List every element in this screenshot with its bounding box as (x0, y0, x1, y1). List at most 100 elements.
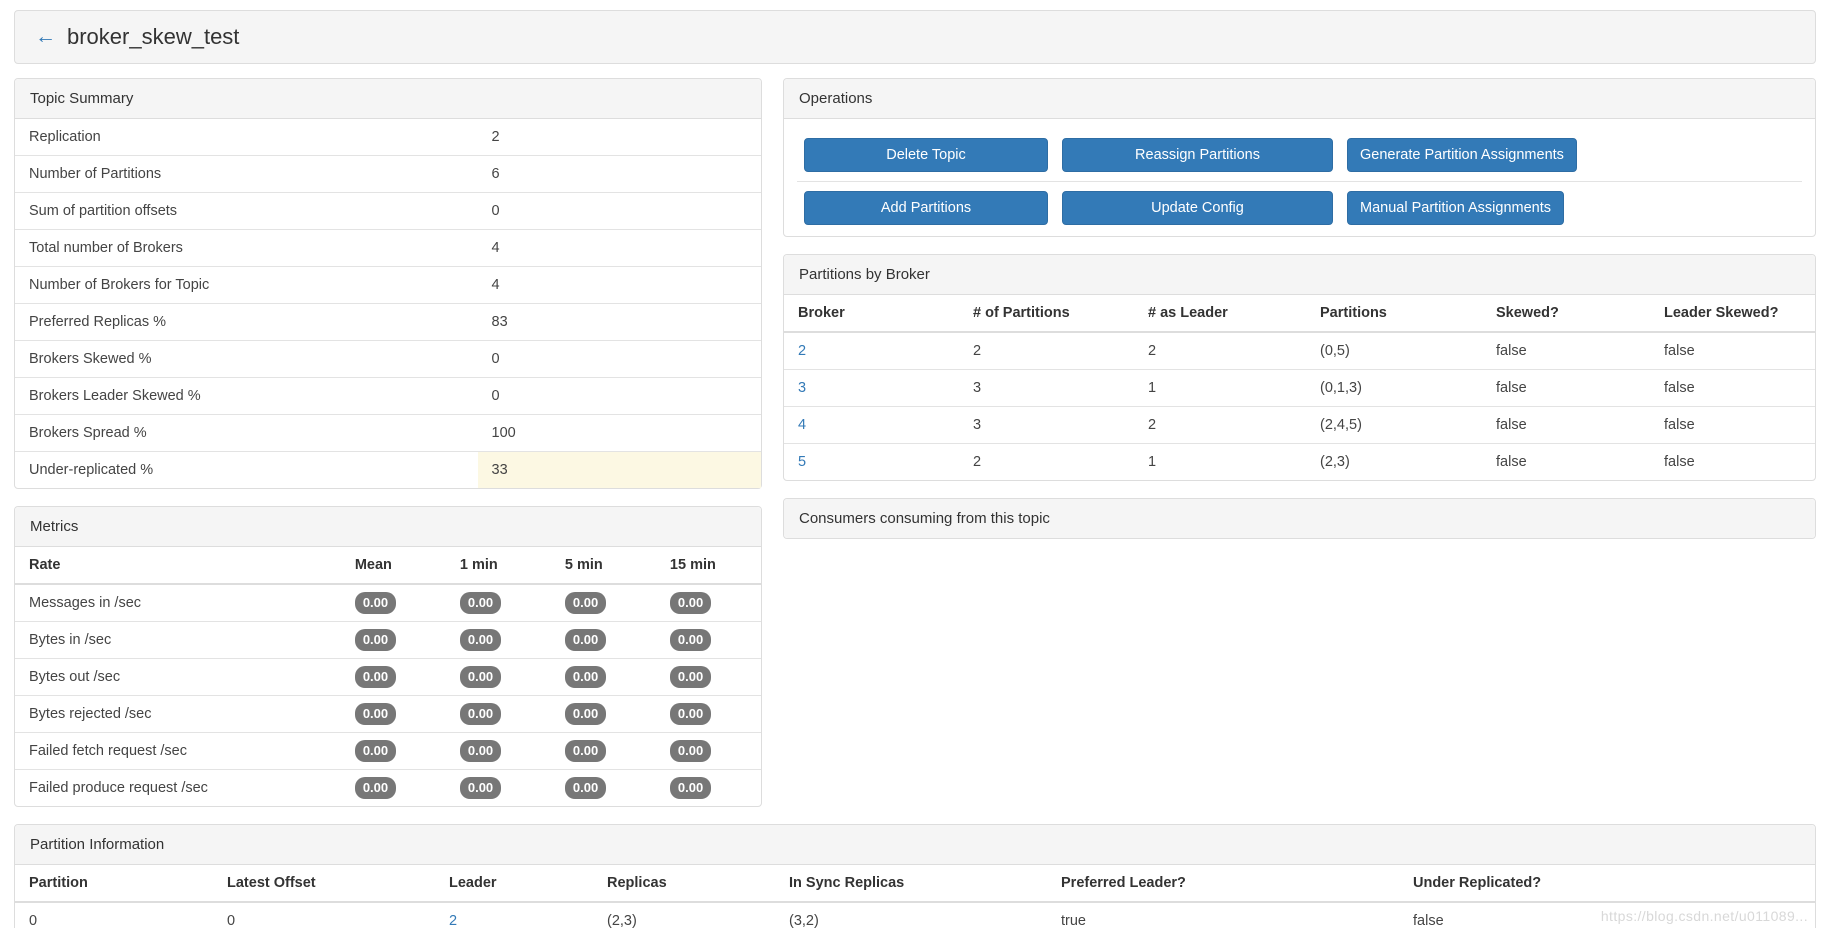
metric-badge: 0.00 (460, 777, 501, 799)
broker-leader-skewed: false (1650, 407, 1815, 444)
metric-badge: 0.00 (355, 666, 396, 688)
summary-value: 0 (478, 193, 761, 230)
column-header-replicas: Replicas (593, 865, 775, 902)
partition-leader-cell: 2 (435, 902, 593, 928)
column-header-preferred-leader: Preferred Leader? (1047, 865, 1399, 902)
table-row: 2 2 2 (0,5) false false (784, 332, 1815, 370)
column-header-rate: Rate (15, 547, 341, 584)
metric-badge: 0.00 (460, 666, 501, 688)
column-header-latest-offset: Latest Offset (213, 865, 435, 902)
broker-num-partitions: 2 (959, 332, 1134, 370)
table-row: Bytes out /sec 0.00 0.00 0.00 0.00 (15, 659, 761, 696)
metric-badge: 0.00 (355, 703, 396, 725)
broker-link[interactable]: 2 (798, 343, 806, 359)
add-partitions-cell: Add Partitions (797, 191, 1055, 225)
leader-link[interactable]: 2 (449, 913, 457, 928)
metric-1min: 0.00 (446, 622, 551, 659)
metric-label: Messages in /sec (15, 584, 341, 622)
metric-badge: 0.00 (565, 666, 606, 688)
metric-badge: 0.00 (565, 777, 606, 799)
metric-badge: 0.00 (460, 740, 501, 762)
broker-id-cell: 5 (784, 444, 959, 481)
delete-topic-cell: Delete Topic (797, 138, 1055, 172)
broker-skewed: false (1482, 444, 1650, 481)
add-partitions-button[interactable]: Add Partitions (804, 191, 1048, 225)
broker-num-as-leader: 1 (1134, 444, 1306, 481)
metric-15min: 0.00 (656, 622, 761, 659)
summary-value: 0 (478, 378, 761, 415)
summary-value-under-replicated: 33 (478, 452, 761, 489)
topic-detail-page: ← broker_skew_test Topic Summary Replica… (0, 0, 1830, 928)
broker-num-partitions: 3 (959, 407, 1134, 444)
metric-mean: 0.00 (341, 696, 446, 733)
metric-badge: 0.00 (565, 629, 606, 651)
update-config-button[interactable]: Update Config (1062, 191, 1333, 225)
metric-15min: 0.00 (656, 733, 761, 770)
topic-summary-table: Replication 2 Number of Partitions 6 Sum… (15, 119, 761, 488)
column-header-leader: Leader (435, 865, 593, 902)
delete-topic-button[interactable]: Delete Topic (804, 138, 1048, 172)
partitions-by-broker-title: Partitions by Broker (784, 255, 1815, 295)
metrics-panel: Metrics Rate Mean 1 min 5 min 15 min (14, 506, 762, 807)
table-header-row: Broker # of Partitions # as Leader Parti… (784, 295, 1815, 332)
table-header-row: Partition Latest Offset Leader Replicas … (15, 865, 1815, 902)
metric-badge: 0.00 (670, 629, 711, 651)
summary-label: Sum of partition offsets (15, 193, 478, 230)
table-row: Number of Partitions 6 (15, 156, 761, 193)
table-row: Total number of Brokers 4 (15, 230, 761, 267)
metric-label: Failed produce request /sec (15, 770, 341, 807)
generate-partition-assignments-button[interactable]: Generate Partition Assignments (1347, 138, 1577, 172)
broker-id-cell: 3 (784, 370, 959, 407)
metrics-thead: Rate Mean 1 min 5 min 15 min (15, 547, 761, 584)
metric-15min: 0.00 (656, 584, 761, 622)
summary-label: Brokers Skewed % (15, 341, 478, 378)
partition-id: 0 (15, 902, 213, 928)
manual-partition-assignments-button[interactable]: Manual Partition Assignments (1347, 191, 1564, 225)
broker-link[interactable]: 3 (798, 380, 806, 396)
table-row: Brokers Spread % 100 (15, 415, 761, 452)
table-row: Number of Brokers for Topic 4 (15, 267, 761, 304)
manual-partition-assignments-cell: Manual Partition Assignments (1340, 191, 1802, 225)
broker-leader-skewed: false (1650, 332, 1815, 370)
right-column: Operations Delete Topic Reassign Partiti… (783, 78, 1816, 556)
partitions-by-broker-table: Broker # of Partitions # as Leader Parti… (784, 295, 1815, 480)
summary-value: 4 (478, 267, 761, 304)
column-header-mean: Mean (341, 547, 446, 584)
metric-badge: 0.00 (670, 777, 711, 799)
metric-badge: 0.00 (355, 629, 396, 651)
content-columns: Topic Summary Replication 2 Number of Pa… (14, 78, 1816, 824)
column-header-broker: Broker (784, 295, 959, 332)
table-row: 4 3 2 (2,4,5) false false (784, 407, 1815, 444)
broker-thead: Broker # of Partitions # as Leader Parti… (784, 295, 1815, 332)
column-header-partitions: Partitions (1306, 295, 1482, 332)
metric-15min: 0.00 (656, 659, 761, 696)
broker-num-as-leader: 1 (1134, 370, 1306, 407)
metric-mean: 0.00 (341, 770, 446, 807)
column-header-partition: Partition (15, 865, 213, 902)
metrics-title: Metrics (15, 507, 761, 547)
summary-label: Brokers Leader Skewed % (15, 378, 478, 415)
broker-link[interactable]: 5 (798, 454, 806, 470)
metric-badge: 0.00 (460, 629, 501, 651)
arrow-left-icon[interactable]: ← (35, 26, 56, 47)
table-row: Under-replicated % 33 (15, 452, 761, 489)
operations-row-1: Delete Topic Reassign Partitions Generat… (797, 129, 1802, 182)
broker-skewed: false (1482, 370, 1650, 407)
metric-1min: 0.00 (446, 696, 551, 733)
metrics-tbody: Messages in /sec 0.00 0.00 0.00 0.00 Byt… (15, 584, 761, 806)
column-header-in-sync-replicas: In Sync Replicas (775, 865, 1047, 902)
broker-num-as-leader: 2 (1134, 332, 1306, 370)
metric-label: Bytes in /sec (15, 622, 341, 659)
broker-skewed: false (1482, 332, 1650, 370)
column-header-5min: 5 min (551, 547, 656, 584)
summary-value: 4 (478, 230, 761, 267)
broker-link[interactable]: 4 (798, 417, 806, 433)
table-row: Brokers Leader Skewed % 0 (15, 378, 761, 415)
reassign-partitions-button[interactable]: Reassign Partitions (1062, 138, 1333, 172)
partition-information-body: Partition Latest Offset Leader Replicas … (15, 865, 1815, 928)
broker-partitions: (2,4,5) (1306, 407, 1482, 444)
column-header-num-as-leader: # as Leader (1134, 295, 1306, 332)
metric-5min: 0.00 (551, 622, 656, 659)
table-row: Bytes rejected /sec 0.00 0.00 0.00 0.00 (15, 696, 761, 733)
column-header-1min: 1 min (446, 547, 551, 584)
